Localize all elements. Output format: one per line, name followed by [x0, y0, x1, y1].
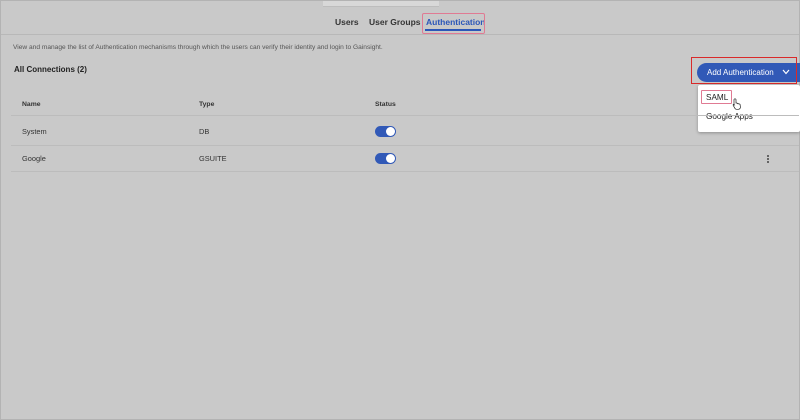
- dropdown-item-google-apps[interactable]: Google Apps: [706, 112, 753, 121]
- row-name: System: [22, 127, 47, 136]
- tab-user-groups[interactable]: User Groups: [369, 17, 421, 27]
- header-divider: [1, 34, 799, 35]
- app-window: Users User Groups Authentication View an…: [0, 0, 800, 420]
- connections-title: All Connections (2): [14, 65, 87, 74]
- row-type: DB: [199, 127, 210, 136]
- tab-users[interactable]: Users: [335, 17, 359, 27]
- column-header-type: Type: [199, 101, 215, 108]
- active-tab-indicator: [425, 29, 481, 31]
- column-header-name: Name: [22, 101, 41, 108]
- page-description: View and manage the list of Authenticati…: [13, 44, 383, 51]
- more-options-icon[interactable]: [767, 155, 769, 164]
- row-type: GSUITE: [199, 154, 227, 163]
- row-name: Google: [22, 154, 46, 163]
- hand-pointer-icon: [732, 97, 742, 110]
- status-toggle[interactable]: [375, 126, 396, 137]
- saml-option-highlight: [701, 90, 732, 104]
- top-header-strip: [323, 1, 439, 7]
- header-row-divider: [11, 115, 799, 116]
- status-toggle[interactable]: [375, 153, 396, 164]
- column-header-status: Status: [375, 101, 396, 108]
- row-divider: [11, 145, 799, 146]
- add-authentication-highlight: [691, 57, 797, 84]
- row-divider: [11, 171, 799, 172]
